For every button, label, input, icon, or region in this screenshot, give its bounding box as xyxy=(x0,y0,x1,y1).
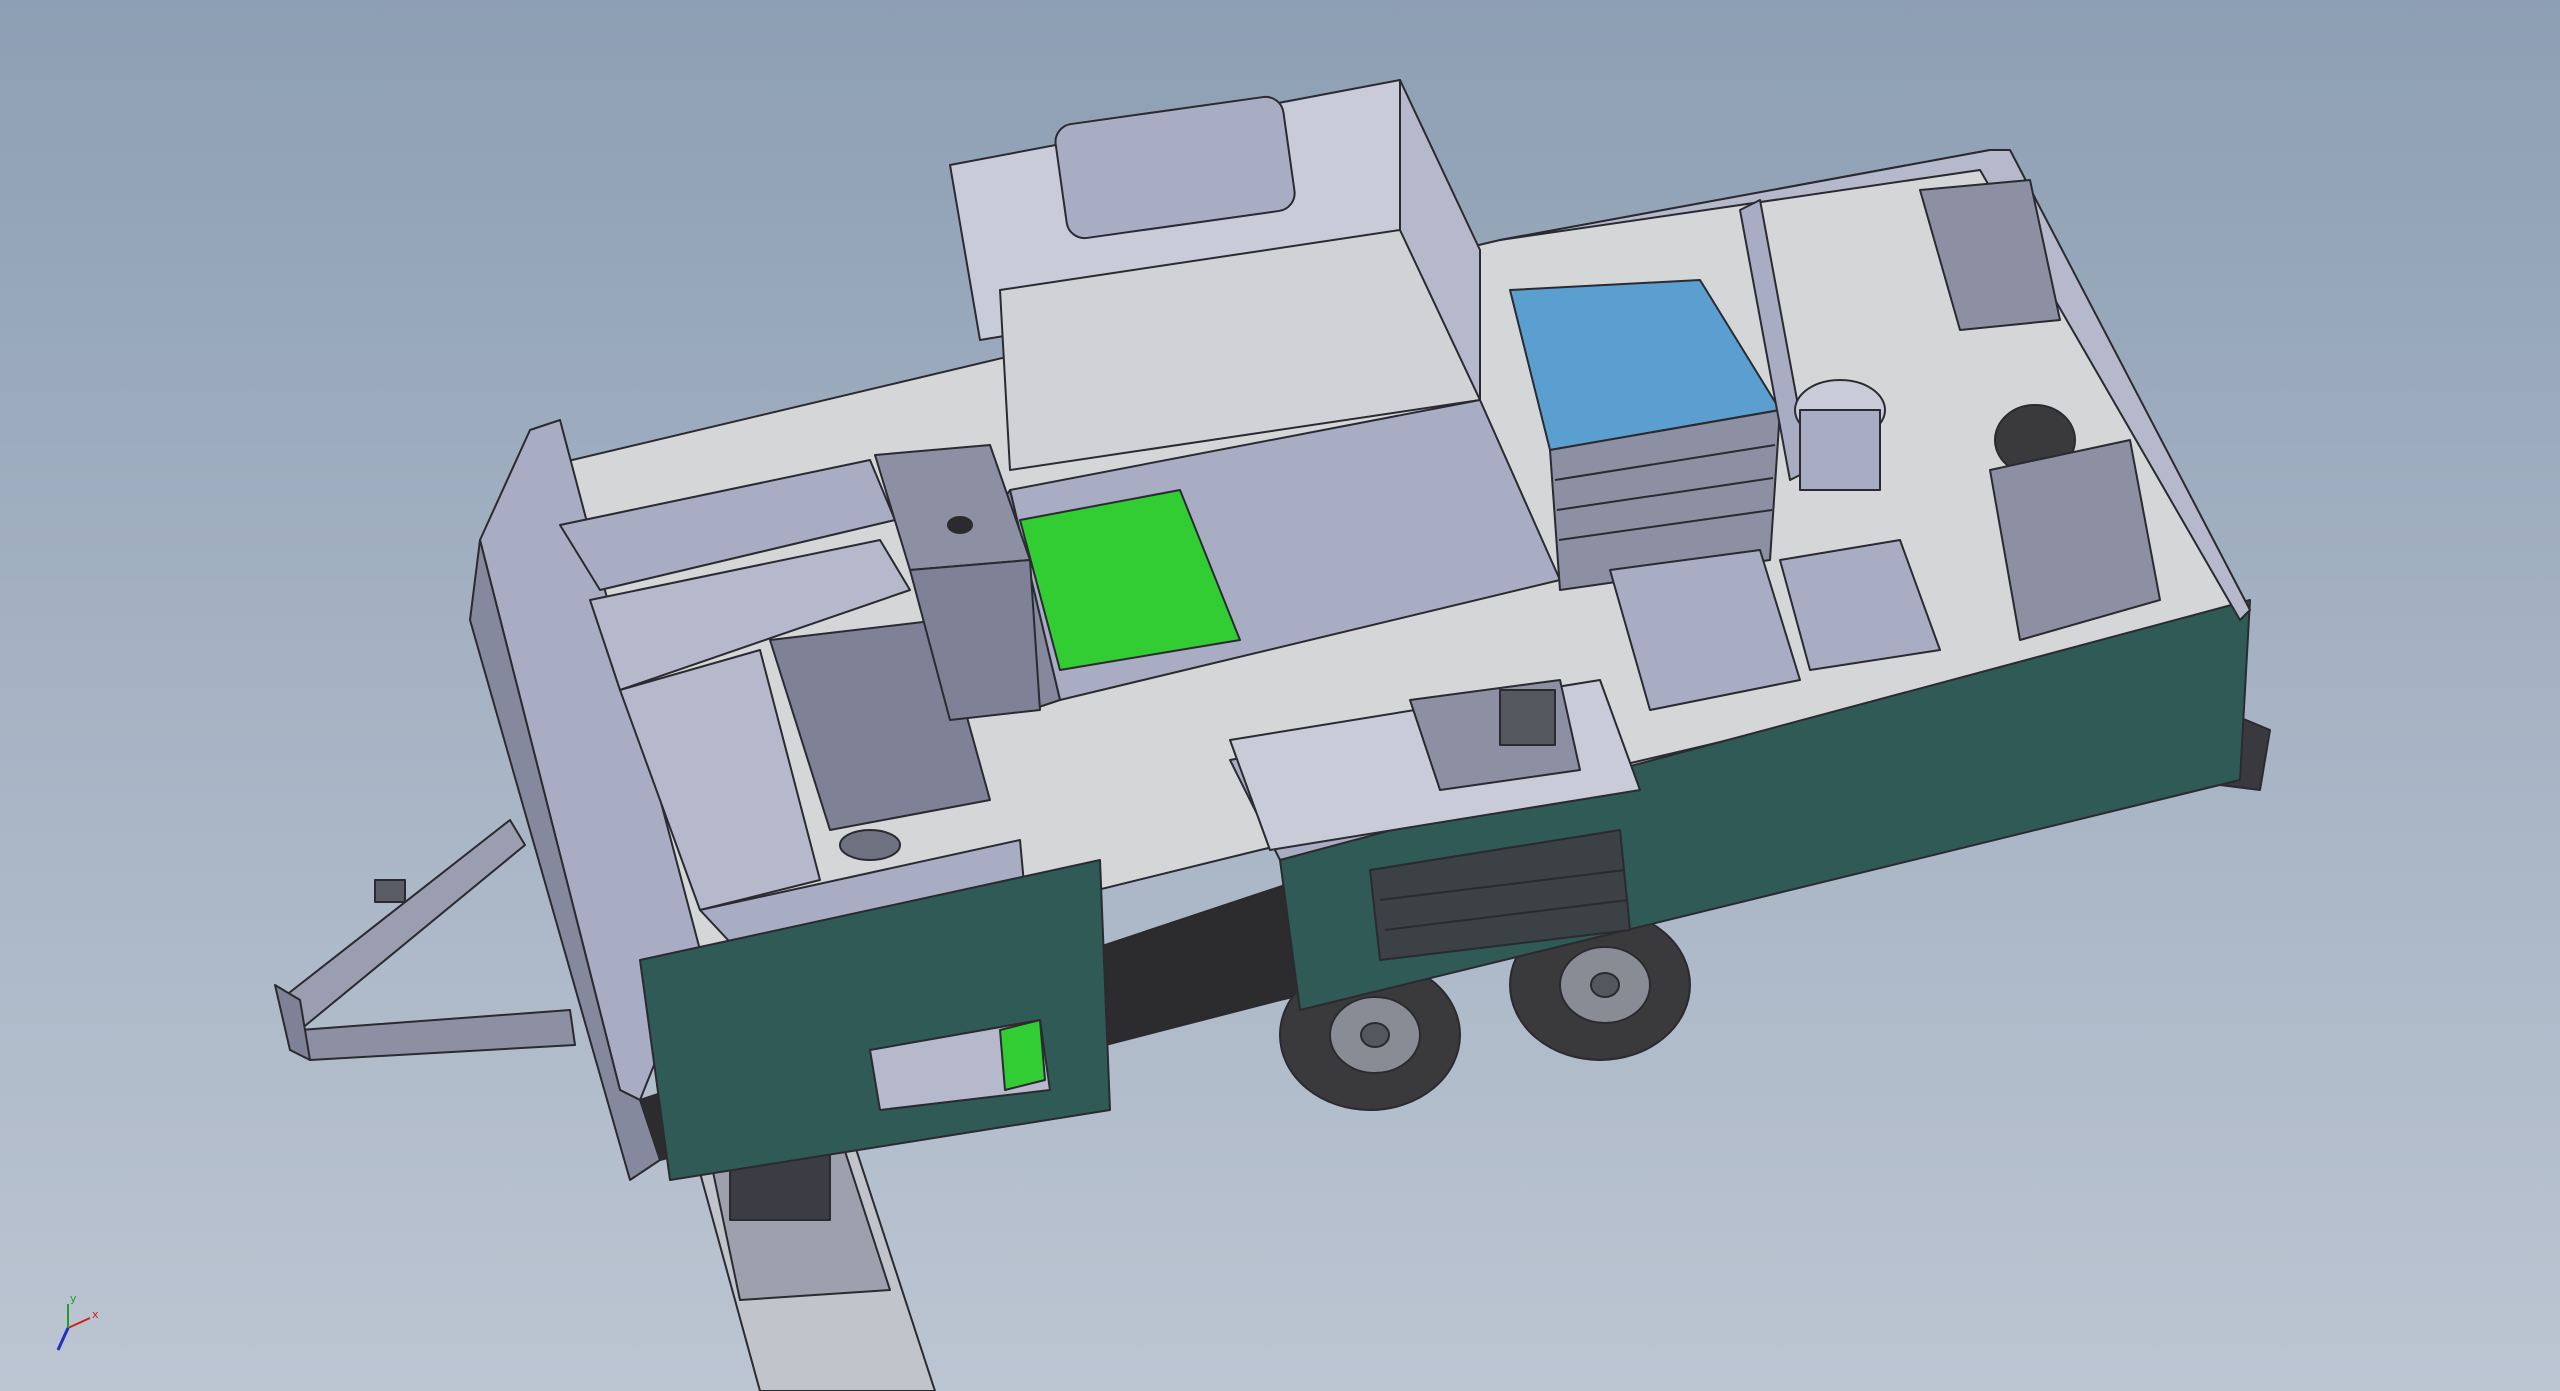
coordinate-triad: x y xyxy=(40,1290,110,1360)
toilet[interactable] xyxy=(1794,379,1886,491)
triad-z-axis xyxy=(56,1327,70,1351)
triad-axes-icon: x y xyxy=(56,1292,99,1351)
triad-x-label: x xyxy=(92,1308,99,1321)
drawbar-a-frame[interactable] xyxy=(274,819,576,1061)
triad-y-label: y xyxy=(70,1292,77,1305)
kitchen-sink[interactable] xyxy=(1409,679,1581,791)
triad-x-axis xyxy=(67,1317,91,1329)
trailer-3d-model[interactable] xyxy=(0,0,2560,1391)
cad-graphics-viewport[interactable] xyxy=(0,0,2560,1391)
